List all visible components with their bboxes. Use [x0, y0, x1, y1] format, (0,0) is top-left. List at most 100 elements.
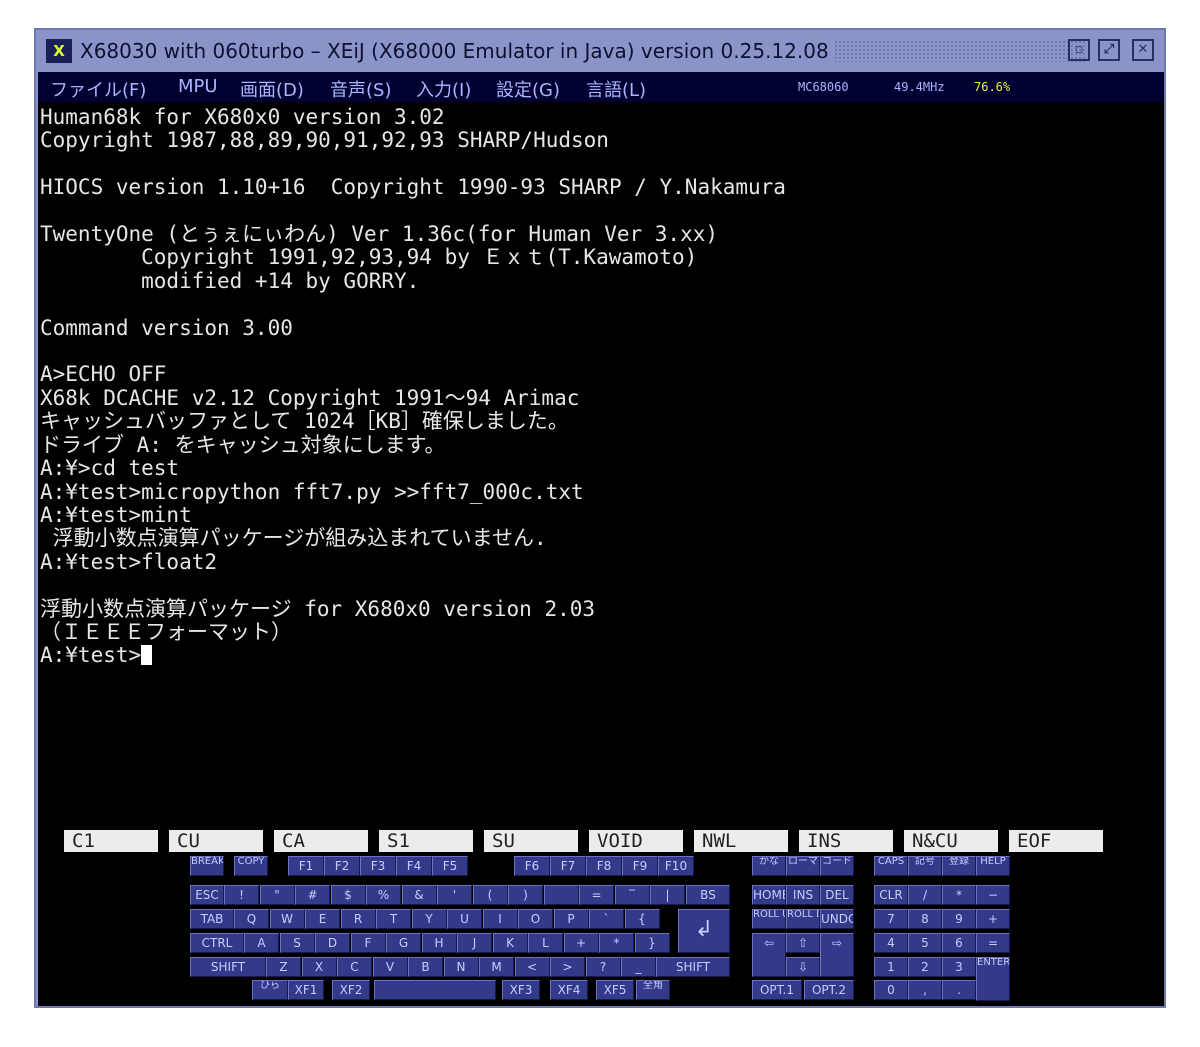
key[interactable]: 登録	[942, 856, 976, 876]
key[interactable]: <	[514, 957, 550, 977]
key[interactable]: XF2	[332, 980, 370, 1000]
key[interactable]: N	[443, 957, 479, 977]
key[interactable]: CAPS	[874, 856, 908, 876]
key[interactable]: ?	[585, 957, 621, 977]
key[interactable]: +	[976, 909, 1010, 929]
key[interactable]: $	[330, 885, 366, 905]
key[interactable]: ⇦	[752, 933, 786, 977]
key[interactable]: 全角	[636, 980, 670, 1000]
key[interactable]: F5	[432, 856, 468, 876]
key[interactable]: XF4	[550, 980, 588, 1000]
key[interactable]: F2	[324, 856, 360, 876]
menu-language[interactable]: 言語(L)	[586, 76, 646, 102]
key[interactable]: H	[421, 933, 457, 953]
menu-display[interactable]: 画面(D)	[240, 76, 304, 102]
menu-settings[interactable]: 設定(G)	[496, 76, 560, 102]
key[interactable]: |	[650, 885, 685, 905]
key[interactable]: OPT.1	[752, 980, 802, 1000]
key[interactable]: 7	[874, 909, 908, 929]
key[interactable]: +	[563, 933, 599, 953]
key[interactable]: 4	[874, 933, 908, 953]
key[interactable]: TAB	[190, 909, 234, 929]
key[interactable]: =	[976, 933, 1010, 953]
key[interactable]: −	[976, 885, 1010, 905]
key[interactable]: XF3	[502, 980, 540, 1000]
key[interactable]: BREAK	[190, 856, 224, 876]
key[interactable]: J	[457, 933, 492, 953]
key[interactable]: ,	[908, 980, 942, 1000]
maximize-icon[interactable]: ⤢	[1098, 39, 1120, 61]
key[interactable]: INS	[786, 885, 820, 905]
emulator-screen[interactable]: Human68k for X680x0 version 3.02 Copyrig…	[38, 102, 1164, 1006]
key[interactable]: CTRL	[190, 933, 244, 953]
key[interactable]: XF5	[596, 980, 634, 1000]
key[interactable]: X	[301, 957, 337, 977]
key[interactable]: `	[589, 909, 624, 929]
key[interactable]: 1	[874, 957, 908, 977]
key[interactable]: B	[408, 957, 443, 977]
key[interactable]: _	[621, 957, 656, 977]
key[interactable]: BS	[686, 885, 730, 905]
key[interactable]: L	[528, 933, 563, 953]
key[interactable]: 6	[942, 933, 976, 953]
key[interactable]: OPT.2	[804, 980, 854, 1000]
key[interactable]: /	[908, 885, 942, 905]
key[interactable]: F	[350, 933, 386, 953]
key[interactable]: P	[553, 909, 589, 929]
key[interactable]: F8	[586, 856, 622, 876]
key[interactable]: UNDO	[820, 909, 854, 929]
key[interactable]: ⇩	[786, 957, 820, 977]
key[interactable]: 5	[908, 933, 942, 953]
key[interactable]: COPY	[234, 856, 268, 876]
key[interactable]: E	[305, 909, 340, 929]
key[interactable]: F7	[550, 856, 586, 876]
menu-mpu[interactable]: MPU	[178, 76, 218, 97]
key[interactable]: A	[244, 933, 279, 953]
key[interactable]: M	[479, 957, 514, 977]
menu-input[interactable]: 入力(I)	[416, 76, 471, 102]
key[interactable]: ‾	[614, 885, 650, 905]
key[interactable]: ローマ	[786, 856, 820, 876]
key[interactable]: '	[437, 885, 472, 905]
key[interactable]: Q	[234, 909, 269, 929]
key[interactable]: CLR	[874, 885, 908, 905]
key[interactable]: #	[295, 885, 330, 905]
key[interactable]: D	[315, 933, 350, 953]
key[interactable]: 記号	[908, 856, 942, 876]
key[interactable]: C	[337, 957, 372, 977]
key[interactable]: *	[942, 885, 976, 905]
key[interactable]: SHIFT	[656, 957, 730, 977]
key[interactable]: F10	[658, 856, 694, 876]
key[interactable]: ひら	[252, 980, 288, 1000]
key[interactable]: XF1	[288, 980, 324, 1000]
key[interactable]: %	[366, 885, 401, 905]
key[interactable]: ENTER	[976, 957, 1010, 1001]
key[interactable]: コード	[820, 856, 854, 876]
key[interactable]: ROLL DOWN	[786, 909, 820, 929]
key[interactable]	[543, 885, 579, 905]
key[interactable]: *	[599, 933, 634, 953]
key[interactable]: 9	[942, 909, 976, 929]
key[interactable]: ⇨	[820, 933, 854, 977]
key[interactable]: V	[372, 957, 408, 977]
key[interactable]: SHIFT	[190, 957, 266, 977]
key[interactable]: &	[401, 885, 437, 905]
key[interactable]: ESC	[190, 885, 224, 905]
key[interactable]: Y	[411, 909, 447, 929]
key[interactable]: I	[482, 909, 518, 929]
key[interactable]: >	[550, 957, 585, 977]
key[interactable]: F6	[514, 856, 550, 876]
key[interactable]: DEL	[820, 885, 854, 905]
key[interactable]: 2	[908, 957, 942, 977]
key[interactable]: !	[224, 885, 259, 905]
key[interactable]: R	[340, 909, 376, 929]
key[interactable]: K	[492, 933, 528, 953]
close-icon[interactable]: ✕	[1132, 39, 1154, 61]
key[interactable]: =	[579, 885, 614, 905]
key[interactable]: .	[942, 980, 976, 1000]
key[interactable]: 8	[908, 909, 942, 929]
minimize-icon[interactable]: ▫	[1068, 39, 1090, 61]
key[interactable]: )	[508, 885, 543, 905]
key[interactable]: F3	[360, 856, 396, 876]
key[interactable]: O	[518, 909, 553, 929]
